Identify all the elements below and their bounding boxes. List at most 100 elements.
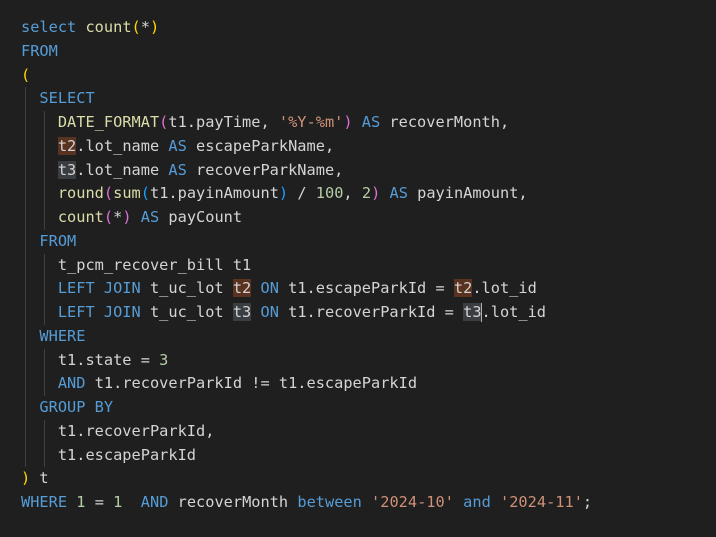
highlighted-token: t2: [57, 136, 77, 155]
code-line[interactable]: WHERE: [0, 324, 716, 349]
code-token: '2024-10': [371, 493, 454, 511]
highlighted-token: t3: [232, 303, 252, 321]
code-line[interactable]: count(*) AS payCount: [0, 206, 716, 230]
highlighted-token: t3: [57, 160, 77, 179]
code-line[interactable]: t1.recoverParkId,: [0, 419, 716, 444]
code-token: count: [57, 208, 104, 226]
highlighted-token: t3: [463, 303, 482, 321]
code-token: LEFT JOIN: [57, 303, 141, 321]
code-line[interactable]: t1.escapeParkId: [0, 443, 716, 468]
code-token: t1.recoverParkId,: [57, 421, 215, 440]
code-line[interactable]: round(sum(t1.payinAmount) / 100, 2) AS p…: [0, 182, 716, 206]
highlighted-token: t2: [453, 279, 473, 298]
code-token: ): [122, 208, 132, 226]
code-editor[interactable]: select count(*) FROM( SELECT DATE_FORMAT(…: [0, 0, 716, 537]
code-line[interactable]: DATE_FORMAT(t1.payTime, '%Y-%m') AS reco…: [0, 111, 716, 135]
code-token: ;: [582, 493, 593, 511]
code-token: t1.payinAmount: [149, 184, 279, 203]
highlighted-token: t2: [232, 279, 252, 298]
code-line[interactable]: select count(*): [0, 16, 716, 40]
code-token: (: [131, 18, 141, 36]
code-token: round: [57, 184, 104, 203]
code-token: recoverMonth: [168, 493, 298, 511]
indent-guide: [44, 372, 45, 396]
code-token: AND: [140, 493, 169, 511]
code-token: /: [288, 184, 316, 203]
code-line[interactable]: ) t: [0, 467, 716, 491]
code-token: (: [140, 184, 150, 203]
code-token: SELECT: [39, 89, 95, 108]
code-token: DATE_FORMAT: [57, 113, 160, 131]
code-token: GROUP BY: [39, 398, 114, 416]
code-token: FROM: [39, 231, 77, 250]
indent-guide: [25, 253, 26, 278]
code-token: t_uc_lot: [140, 303, 233, 321]
code-token: ): [21, 469, 31, 488]
code-line[interactable]: t1.state = 3: [0, 348, 716, 373]
code-token: ): [278, 184, 289, 203]
code-line[interactable]: t_pcm_recover_bill t1: [0, 253, 716, 278]
code-token: FROM: [21, 41, 58, 60]
code-line[interactable]: LEFT JOIN t_uc_lot t3 ON t1.recoverParkI…: [0, 301, 716, 325]
indent-guide: [44, 253, 45, 278]
code-token: WHERE: [21, 493, 68, 511]
code-token: .lot_name: [76, 136, 169, 155]
code-token: 3: [159, 350, 169, 369]
code-line[interactable]: WHERE 1 = 1 AND recoverMonth between '20…: [0, 491, 716, 515]
code-line[interactable]: (: [0, 64, 716, 88]
code-token: ON: [260, 279, 279, 298]
code-line[interactable]: t2.lot_name AS escapeParkName,: [0, 134, 716, 159]
code-line[interactable]: t3.lot_name AS recoverParkName,: [0, 158, 716, 183]
code-line[interactable]: FROM: [0, 40, 716, 64]
code-token: and: [463, 493, 491, 511]
code-token: t1.escapeParkId =: [278, 279, 454, 298]
code-token: '%Y-%m': [278, 113, 344, 131]
code-token: 100: [315, 184, 344, 203]
code-line[interactable]: SELECT: [0, 87, 716, 111]
code-token: payCount: [159, 208, 243, 226]
code-token: between: [297, 493, 362, 511]
code-token: =: [85, 493, 114, 511]
code-token: recoverMonth,: [380, 113, 510, 131]
code-line[interactable]: GROUP BY: [0, 396, 716, 420]
code-token: LEFT JOIN: [57, 279, 141, 298]
code-token: (: [103, 208, 114, 226]
sql-code-area[interactable]: select count(*) FROM( SELECT DATE_FORMAT(…: [0, 16, 716, 515]
code-token: AS: [140, 208, 160, 226]
code-line[interactable]: AND t1.recoverParkId != t1.escapeParkId: [0, 372, 716, 396]
code-token: ON: [260, 303, 279, 321]
indent-guide: [25, 206, 26, 230]
code-token: payinAmount,: [407, 184, 528, 203]
code-token: (: [159, 113, 169, 131]
code-line[interactable]: LEFT JOIN t_uc_lot t2 ON t1.escapeParkId…: [0, 277, 716, 301]
indent-guide: [44, 182, 45, 206]
code-line[interactable]: FROM: [0, 229, 716, 254]
code-token: AS: [168, 160, 187, 179]
indent-guide: [44, 419, 45, 444]
code-token: t1.recoverParkId != t1.escapeParkId: [85, 374, 418, 393]
indent-guide: [25, 372, 26, 396]
code-token: ): [343, 113, 353, 131]
code-token: AND: [57, 374, 86, 393]
code-token: t1.escapeParkId: [57, 445, 196, 464]
indent-guide: [25, 301, 26, 325]
code-token: count: [76, 18, 132, 36]
code-token: select: [21, 18, 77, 36]
